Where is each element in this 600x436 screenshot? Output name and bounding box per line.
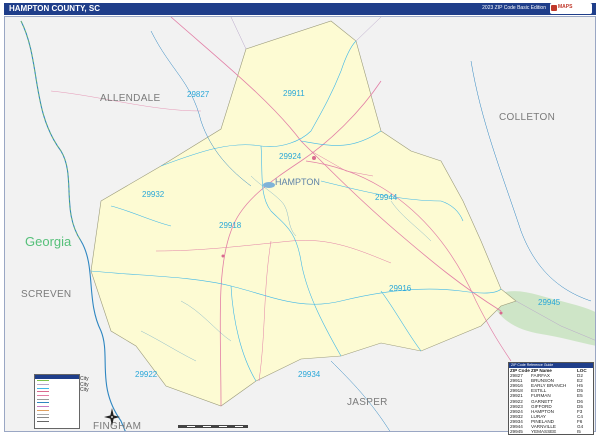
table-row[interactable]: 29945 YEMASSEE I5 (509, 429, 593, 434)
compass-rose-icon (104, 408, 120, 426)
map-title: HAMPTON COUNTY, SC (9, 4, 100, 13)
loc-cell: I5 (577, 429, 581, 435)
zip-label-29922: 29922 (135, 370, 158, 379)
zip-label-29932: 29932 (142, 190, 165, 199)
zip-code-table: ZIP Code Reference Guide ZIP Code ZIP Na… (508, 362, 594, 436)
scale-bar (178, 425, 248, 428)
edition-label: 2023 ZIP Code Basic Edition (482, 5, 546, 11)
yemassee-town-marker[interactable] (499, 311, 503, 315)
zip-label-29934: 29934 (298, 370, 321, 379)
screven-label: SCREVEN (21, 289, 71, 300)
page: HAMPTON COUNTY, SC 2023 ZIP Code Basic E… (0, 0, 600, 436)
estill-town-marker[interactable] (221, 254, 225, 258)
zip-name-cell: YEMASSEE (531, 429, 557, 435)
logo-text: MAPS (558, 4, 573, 10)
zip-label-29924: 29924 (279, 152, 302, 161)
zip-code-cell: 29945 (510, 429, 523, 435)
zip-label-29916: 29916 (389, 284, 412, 293)
zip-label-29945: 29945 (538, 298, 561, 307)
colleton-label: COLLETON (499, 112, 555, 123)
allendale-label: ALLENDALE (100, 93, 161, 104)
zip-label-29911: 29911 (283, 89, 305, 98)
zip-table-body: 29827 FAIRFAX D2 29911 BRUNSON E2 29916 EARLY B… (509, 373, 593, 434)
hampton-town-marker[interactable] (312, 156, 316, 160)
jasper-label: JASPER (347, 397, 388, 408)
map-legend (34, 374, 80, 429)
title-bar: HAMPTON COUNTY, SC 2023 ZIP Code Basic E… (4, 3, 596, 15)
logo-flag-icon (551, 5, 557, 11)
zip-label-29918: 29918 (219, 221, 242, 230)
legend-row (35, 420, 79, 424)
publisher-logo: MAPS (550, 3, 592, 14)
hampton-town-label: HAMPTON (275, 177, 320, 187)
legend-city-label: City (80, 387, 89, 393)
legend-city-labels: City City City (80, 376, 100, 394)
zip-label-29827: 29827 (187, 90, 210, 99)
georgia-label: Georgia (25, 234, 72, 249)
lake-area (263, 182, 275, 188)
zip-label-29944: 29944 (375, 193, 398, 202)
